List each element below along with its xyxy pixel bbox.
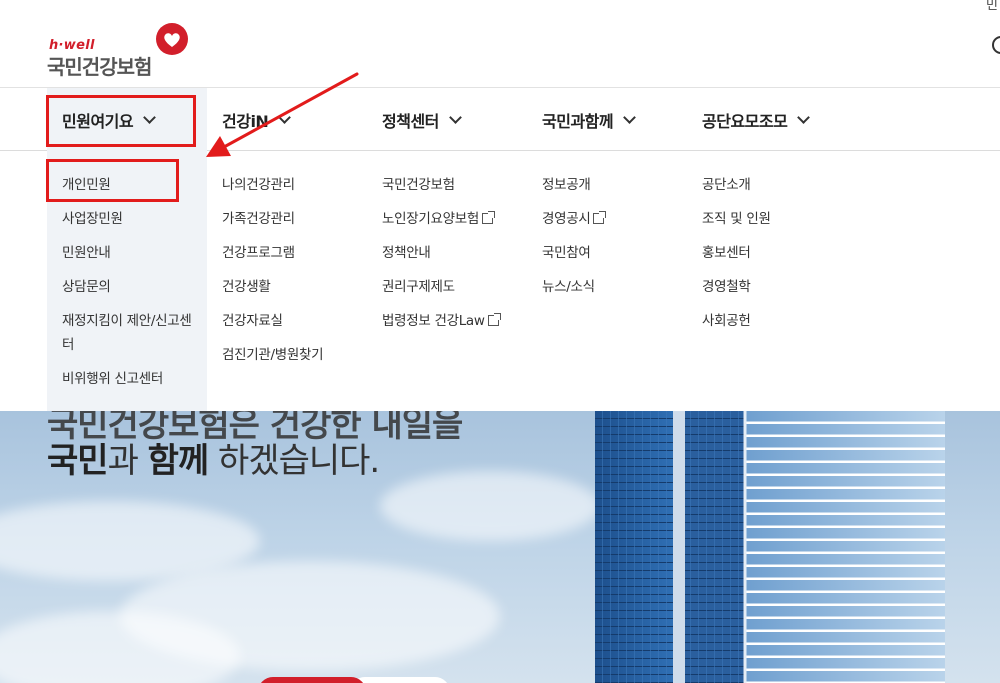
hero-control-white[interactable]	[350, 677, 450, 683]
submenu-item[interactable]: 국민건강보험	[382, 173, 499, 197]
hero-emphasis: 함께	[147, 441, 210, 481]
submenu-column-health: 나의건강관리 가족건강관리 건강프로그램 건강생활 건강자료실 검진기관/병원찾…	[222, 173, 324, 377]
submenu-item[interactable]: 공단소개	[702, 173, 771, 197]
external-link-icon	[481, 211, 495, 224]
submenu-item[interactable]: 건강자료실	[222, 309, 323, 333]
submenu-item-external[interactable]: 경영공시	[542, 207, 607, 231]
submenu-item[interactable]: 사업장민원	[62, 207, 197, 231]
cloud-shape	[380, 471, 600, 541]
submenu-item[interactable]: 민원안내	[62, 241, 197, 265]
building-image	[595, 411, 945, 683]
submenu-column-civil: 개인민원 사업장민원 민원안내 상담문의 재정지킴이 제안/신고센터 비위행위 …	[62, 173, 197, 401]
submenu-item[interactable]: 나의건강관리	[222, 173, 323, 197]
hero-text-part: 하겠습니다.	[208, 441, 380, 481]
search-icon[interactable]	[992, 36, 1000, 54]
external-link-icon	[487, 313, 501, 326]
submenu-column-about: 공단소개 조직 및 인원 홍보센터 경영철학 사회공헌	[702, 173, 771, 343]
submenu-column-policy: 국민건강보험 노인장기요양보험 정책안내 권리구제제도 법령정보 건강Law	[382, 173, 501, 343]
submenu-column-citizens: 정보공개 경영공시 국민참여 뉴스/소식	[542, 173, 607, 309]
heart-icon	[156, 23, 188, 55]
gnb-item-about[interactable]: 공단요모조모	[702, 88, 811, 151]
submenu-item[interactable]: 권리구제제도	[382, 275, 499, 299]
submenu-item[interactable]: 상담문의	[62, 275, 197, 299]
submenu-item[interactable]: 정책안내	[382, 241, 499, 265]
top-utility-text[interactable]: 민	[986, 0, 998, 13]
submenu-label: 노인장기요양보험	[382, 211, 479, 227]
submenu-item[interactable]: 사회공헌	[702, 309, 771, 333]
submenu-item[interactable]: 건강프로그램	[222, 241, 323, 265]
chevron-down-icon	[278, 110, 292, 124]
submenu-label: 법령정보 건강Law	[382, 313, 485, 329]
submenu-label: 경영공시	[542, 211, 591, 227]
submenu-item-external[interactable]: 법령정보 건강Law	[382, 309, 501, 333]
gnb-item-with-citizens[interactable]: 국민과함께	[542, 88, 636, 151]
submenu-item[interactable]: 재정지킴이 제안/신고센터	[62, 309, 197, 357]
hero-banner: 국민건강보험은 건강한 내일을 국민과 함께 하겠습니다.	[0, 411, 1000, 683]
submenu-item[interactable]: 검진기관/병원찾기	[222, 343, 324, 367]
submenu-item-external[interactable]: 노인장기요양보험	[382, 207, 499, 231]
gnb-label: 공단요모조모	[702, 111, 788, 131]
submenu-item[interactable]: 건강생활	[222, 275, 323, 299]
chevron-down-icon	[623, 110, 636, 124]
submenu-item[interactable]: 조직 및 인원	[702, 207, 771, 231]
site-logo[interactable]: h·well 국민건강보험	[47, 22, 197, 79]
annotation-highlight-submenu	[46, 159, 179, 202]
hero-text-part: 과	[107, 441, 148, 481]
gnb-label: 건강iN	[222, 111, 269, 131]
chevron-down-icon	[449, 110, 462, 124]
submenu-item[interactable]: 가족건강관리	[222, 207, 323, 231]
gnb-label: 정책센터	[382, 111, 439, 131]
submenu-item[interactable]: 국민참여	[542, 241, 604, 265]
logo-title: 국민건강보험	[47, 55, 152, 79]
gnb-item-policy-center[interactable]: 정책센터	[382, 88, 462, 151]
hero-headline-line2: 국민과 함께 하겠습니다.	[47, 433, 380, 482]
hero-emphasis: 국민	[47, 441, 109, 481]
gnb-item-health-in[interactable]: 건강iN	[222, 88, 292, 151]
chevron-down-icon	[797, 110, 811, 124]
annotation-highlight-gnb	[46, 95, 196, 147]
submenu-item[interactable]: 뉴스/소식	[542, 275, 604, 299]
submenu-item[interactable]: 정보공개	[542, 173, 604, 197]
gnb-label: 국민과함께	[542, 111, 614, 131]
hero-control-red[interactable]	[258, 677, 366, 683]
external-link-icon	[593, 211, 607, 224]
submenu-item[interactable]: 경영철학	[702, 275, 771, 299]
site-header: h·well 국민건강보험 민	[0, 0, 1000, 88]
submenu-item[interactable]: 홍보센터	[702, 241, 771, 265]
submenu-item[interactable]: 비위행위 신고센터	[62, 367, 197, 391]
